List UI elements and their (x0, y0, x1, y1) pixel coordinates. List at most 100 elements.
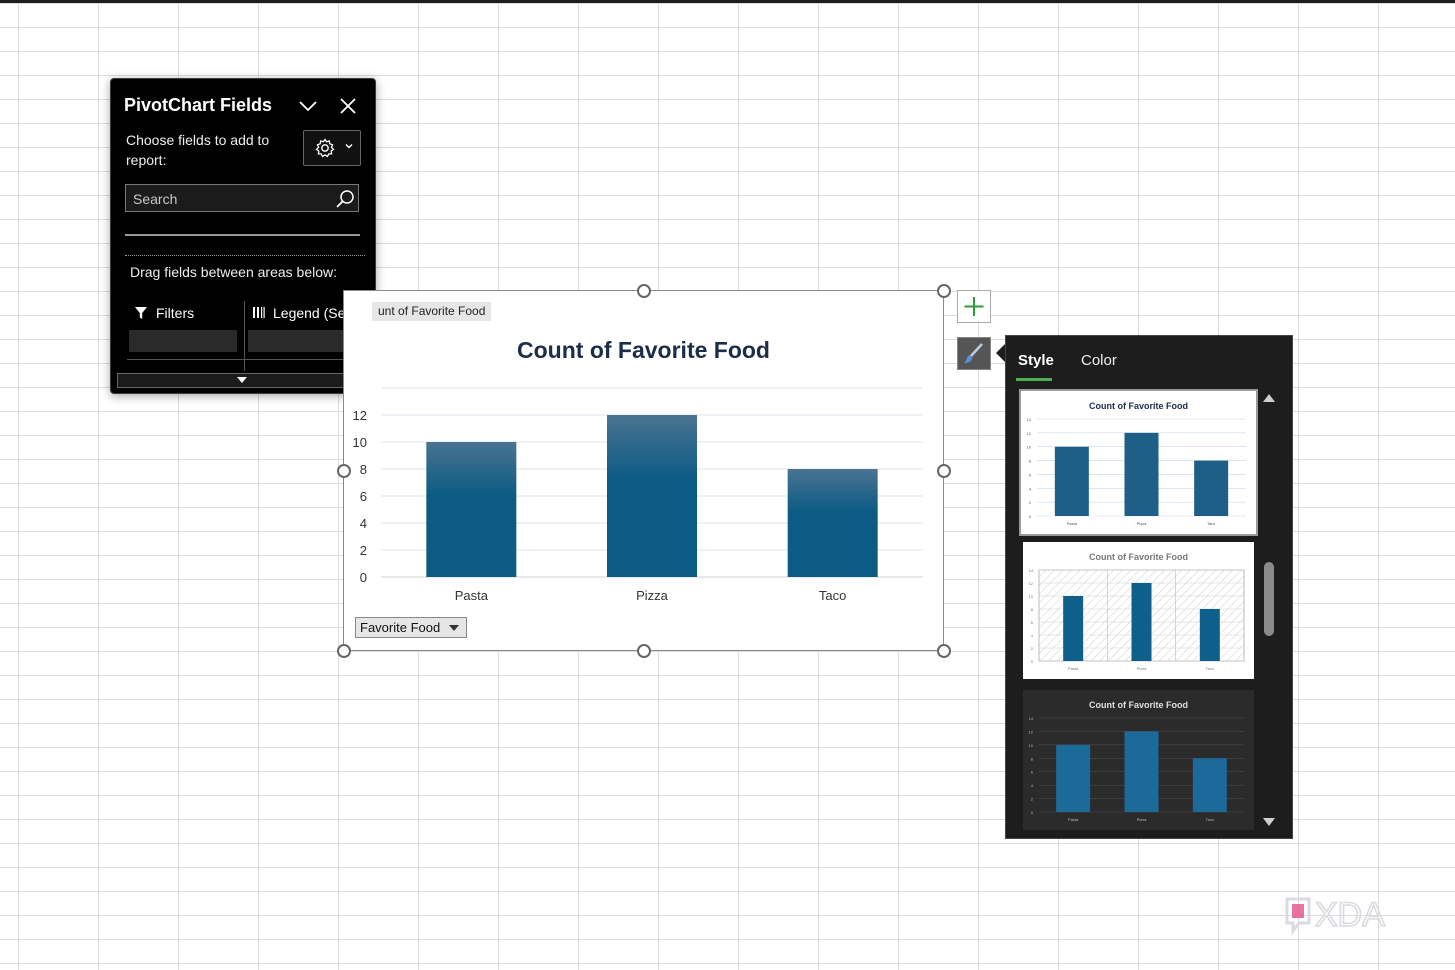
field-search-input[interactable] (126, 185, 335, 213)
bar-taco[interactable] (787, 469, 878, 577)
thumb-y-tick: 12 (1029, 581, 1034, 586)
bar-pasta[interactable] (426, 442, 517, 577)
y-tick-label: 8 (360, 462, 367, 477)
x-tick-label: Pizza (636, 588, 669, 603)
window-top-border (0, 0, 1455, 3)
filters-label: Filters (156, 305, 195, 321)
filters-area-header: Filters (134, 305, 194, 321)
chart-title[interactable]: Count of Favorite Food (343, 337, 944, 364)
thumb-y-tick: 8 (1031, 607, 1034, 612)
thumb-bar (1124, 432, 1159, 516)
area-row-divider (127, 359, 361, 360)
resize-handle-top-right[interactable] (937, 284, 951, 298)
style-2-preview: Count of Favorite Food 0 2 4 6 8 10 12 14 Pasta Pi… (1029, 552, 1245, 671)
chart-plot-area[interactable]: 0 2 4 6 8 10 12 Pasta Pizza Taco (343, 380, 944, 610)
thumb-y-tick: 10 (1027, 445, 1032, 450)
thumb-bar (1199, 609, 1220, 661)
thumb-x-tick: Pasta (1067, 521, 1078, 526)
thumb-y-tick: 6 (1031, 620, 1034, 625)
thumb-title: Count of Favorite Food (1089, 700, 1188, 710)
scroll-up-arrow-icon[interactable] (1263, 394, 1275, 402)
thumb-y-tick: 12 (1027, 431, 1032, 436)
styles-scrollbar-thumb[interactable] (1264, 562, 1274, 636)
style-1-preview: Count of Favorite Food 0 2 4 6 8 10 12 14 Pasta Pi… (1027, 401, 1246, 526)
resize-handle-right[interactable] (937, 464, 951, 478)
resize-handle-bottom-left[interactable] (337, 644, 351, 658)
choose-fields-text: Choose fields to add to report: (126, 132, 270, 168)
style-thumbnail-1[interactable]: Count of Favorite Food 0 2 4 6 8 10 12 14 Pasta Pi… (1019, 389, 1258, 536)
thumb-y-tick: 14 (1027, 417, 1032, 422)
y-tick-label: 2 (360, 543, 367, 558)
style-thumbnail-2[interactable]: Count of Favorite Food 0 2 4 6 8 10 12 14 Pasta Pi… (1023, 542, 1254, 679)
thumb-y-tick: 10 (1029, 594, 1034, 599)
panel-pointer (996, 344, 1005, 362)
thumb-y-tick: 6 (1031, 770, 1034, 775)
chart-elements-button[interactable] (957, 290, 991, 323)
resize-handle-top[interactable] (637, 284, 651, 298)
scroll-down-arrow-icon[interactable] (1263, 818, 1275, 826)
thumb-y-tick: 8 (1031, 756, 1034, 761)
y-tick-label: 10 (353, 435, 367, 450)
thumb-x-tick: Taco (1207, 521, 1216, 526)
y-tick-label: 0 (360, 570, 367, 585)
thumb-y-tick: 14 (1029, 568, 1034, 573)
logo-text: XDA (1315, 896, 1385, 934)
resize-handle-bottom[interactable] (637, 644, 651, 658)
thumb-y-tick: 0 (1031, 659, 1034, 664)
thumb-y-tick: 2 (1029, 500, 1032, 505)
resize-handle-left[interactable] (337, 464, 351, 478)
bar-pizza[interactable] (607, 415, 697, 577)
thumb-y-tick: 4 (1029, 486, 1032, 491)
field-list[interactable] (125, 234, 360, 236)
chevron-down-icon (345, 144, 353, 149)
axis-field-label: Favorite Food (360, 620, 441, 635)
x-tick-label: Pasta (455, 588, 489, 603)
thumb-bar (1131, 583, 1152, 661)
thumb-bar (1194, 460, 1229, 516)
style-thumbnail-3[interactable]: Count of Favorite Food 0 2 4 6 8 10 12 14 Pasta Pi… (1023, 690, 1254, 830)
thumb-y-tick: 2 (1031, 797, 1034, 802)
thumb-bar (1124, 731, 1159, 812)
field-settings-button[interactable] (303, 130, 361, 166)
dropdown-arrow-icon (449, 625, 460, 631)
value-field-button[interactable]: unt of Favorite Food (372, 302, 492, 321)
thumb-y-tick: 2 (1031, 646, 1034, 651)
chart-styles-button[interactable] (957, 337, 991, 370)
thumb-bar (1063, 596, 1084, 661)
search-icon[interactable] (334, 188, 356, 210)
close-icon[interactable] (337, 95, 359, 117)
filters-drop-zone[interactable] (129, 330, 237, 352)
thumb-x-tick: Pizza (1137, 666, 1148, 671)
legend-area-header: Legend (Se... (253, 305, 357, 321)
thumb-y-tick: 8 (1029, 459, 1032, 464)
thumb-y-tick: 0 (1031, 810, 1034, 815)
thumb-y-tick: 14 (1029, 716, 1034, 721)
thumb-title: Count of Favorite Food (1089, 401, 1188, 411)
paintbrush-icon (964, 343, 983, 363)
plus-icon (964, 297, 984, 316)
thumb-x-tick: Pizza (1137, 521, 1148, 526)
xda-logo: XDA (1285, 895, 1386, 936)
thumb-y-tick: 12 (1029, 729, 1034, 734)
tab-style[interactable]: Style (1018, 352, 1054, 369)
section-divider (125, 255, 365, 256)
thumb-y-tick: 4 (1031, 633, 1034, 638)
thumb-y-tick: 10 (1029, 743, 1034, 748)
y-tick-label: 4 (360, 516, 367, 531)
field-search-box[interactable] (125, 184, 359, 213)
area-divider (244, 301, 245, 371)
pane-scroll-down-button[interactable] (117, 373, 369, 388)
pivotchart-fields-pane: PivotChart Fields Choose fields to add t… (110, 78, 376, 394)
drag-fields-text: Drag fields between areas below: (130, 264, 338, 280)
filter-icon (135, 307, 147, 319)
thumb-y-tick: 0 (1029, 514, 1032, 519)
tab-color[interactable]: Color (1081, 352, 1117, 369)
thumb-x-tick: Pasta (1068, 666, 1079, 671)
resize-handle-bottom-right[interactable] (937, 644, 951, 658)
gear-icon (315, 138, 335, 158)
thumb-x-tick: Pizza (1137, 817, 1148, 822)
chevron-down-icon[interactable] (297, 95, 319, 117)
thumb-bar (1192, 758, 1227, 812)
thumb-y-tick: 4 (1031, 783, 1034, 788)
axis-field-button[interactable]: Favorite Food (355, 617, 468, 638)
